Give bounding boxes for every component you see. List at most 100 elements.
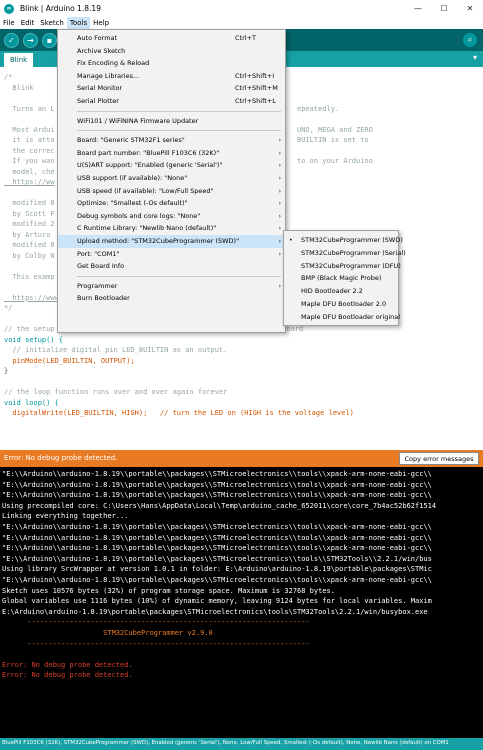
chevron-right-icon: ›	[278, 212, 281, 220]
new-button[interactable]: ▪	[42, 32, 57, 48]
console-line: "E:\\Arduino\\arduino-1.8.19\\portable\\…	[2, 480, 432, 489]
menu-item-label: Fix Encoding & Reload	[77, 59, 150, 68]
code-line: https://ww	[4, 178, 55, 186]
chevron-right-icon: ›	[278, 200, 281, 208]
tab-menu-chevron-down-icon[interactable]: ▾	[473, 53, 477, 62]
tools-menu-item-serial-monitor[interactable]: Serial Monitor Ctrl+Shift+M	[58, 82, 285, 95]
menu-item-label: Board part number: "BluePill F103C6 (32K…	[77, 148, 220, 157]
menu-separator	[77, 275, 281, 277]
tools-menu-item-board-generic-stm32f1-series[interactable]: Board: "Generic STM32F1 series" ›	[58, 134, 285, 147]
upload-method-stm32cubeprogrammer-swd[interactable]: • STM32CubeProgrammer (SWD)	[284, 234, 403, 247]
menu-item-label: Board: "Generic STM32F1 series"	[77, 136, 185, 145]
tools-menu-item-board-part-number-bluepill-f10[interactable]: Board part number: "BluePill F103C6 (32K…	[58, 147, 285, 160]
menu-edit[interactable]: Edit	[18, 17, 38, 29]
menu-tools[interactable]: Tools	[66, 17, 91, 29]
copy-error-messages-button[interactable]: Copy error messages	[399, 452, 479, 465]
code-line: by Colby N	[4, 251, 55, 260]
console-line: "E:\\Arduino\\arduino-1.8.19\\portable\\…	[2, 470, 432, 478]
submenu-item-label: BMP (Black Magic Probe)	[301, 274, 382, 283]
menu-item-label: Debug symbols and core logs: "None"	[77, 211, 201, 220]
tools-menu-item-usb-speed-if-available-low-ful[interactable]: USB speed (if available): "Low/Full Spee…	[58, 185, 285, 198]
submenu-item-label: STM32CubeProgrammer (Serial)	[301, 248, 406, 257]
code-line: void setup() {	[4, 335, 64, 344]
code-line: }	[4, 367, 9, 375]
tools-menu-item-usb-support-if-available-none[interactable]: USB support (if available): "None" ›	[58, 172, 285, 185]
code-line: // initialize digital pin LED_BUILTIN as…	[4, 346, 228, 354]
menu-item-shortcut: Ctrl+Shift+M	[235, 84, 278, 93]
chevron-right-icon: ›	[278, 162, 281, 170]
upload-method-maple-dfu-bootloader-original[interactable]: Maple DFU Bootloader original	[284, 311, 400, 324]
board-status-text: BluePill F103C6 (32K), STM32CubeProgramm…	[2, 740, 449, 746]
status-bar: BluePill F103C6 (32K), STM32CubeProgramm…	[0, 738, 483, 750]
menu-help[interactable]: Help	[90, 17, 112, 29]
close-button[interactable]: ✕	[457, 0, 483, 17]
chevron-right-icon: ›	[278, 282, 281, 290]
tools-menu-item-manage-libraries[interactable]: Manage Libraries... Ctrl+Shift+I	[58, 70, 285, 83]
console-line: STM32CubeProgrammer v2.9.0	[2, 629, 213, 637]
console-line: Using precompiled core: C:\Users\Hans\Ap…	[2, 501, 437, 510]
tools-menu-item-port-com1[interactable]: Port: "COM1" ›	[58, 248, 285, 261]
verify-button[interactable]: ✓	[4, 32, 19, 48]
upload-method-bmp-black-magic-probe[interactable]: BMP (Black Magic Probe)	[284, 272, 398, 285]
tools-menu-item-wifi101-wifinina-firmware-upda[interactable]: WiFi101 / WiFiNINA Firmware Updater	[58, 115, 285, 128]
menu-sketch[interactable]: Sketch	[37, 17, 67, 29]
console-line: Using library SrcWrapper at version 1.0.…	[2, 565, 432, 574]
upload-method-stm32cubeprogrammer-serial[interactable]: STM32CubeProgrammer (Serial)	[284, 247, 406, 260]
tab-blink[interactable]: Blink	[4, 53, 34, 67]
tools-menu-item-archive-sketch[interactable]: Archive Sketch	[58, 45, 285, 58]
title-bar: ∞ Blink | Arduino 1.8.19 — ☐ ✕	[0, 0, 483, 17]
code-line: modified 8	[4, 241, 55, 249]
tools-menu-item-fix-encoding-reload[interactable]: Fix Encoding & Reload	[58, 57, 285, 70]
tools-menu-item-optimize-smallest-os-default[interactable]: Optimize: "Smallest (-Os default)" ›	[58, 197, 285, 210]
window-controls: — ☐ ✕	[405, 0, 483, 17]
tools-menu-item-burn-bootloader[interactable]: Burn Bootloader	[58, 292, 285, 305]
console-line: Error: No debug probe detected.	[2, 660, 133, 669]
tools-menu-item-u-s-art-support-enabled-generi[interactable]: U(S)ART support: "Enabled (generic 'Seri…	[58, 159, 285, 172]
upload-method-hid-bootloader-2-2[interactable]: HID Bootloader 2.2	[284, 285, 398, 298]
code-line: // the loop function runs over and over …	[4, 388, 228, 396]
menu-item-label: Manage Libraries...	[77, 71, 140, 80]
chevron-right-icon: ›	[278, 250, 281, 258]
tools-menu-item-debug-symbols-and-core-logs-no[interactable]: Debug symbols and core logs: "None" ›	[58, 210, 285, 223]
menu-item-shortcut: Ctrl+Shift+L	[235, 97, 276, 105]
code-line: model, che	[4, 167, 55, 176]
minimize-button[interactable]: —	[405, 0, 431, 17]
chevron-right-icon: ›	[278, 225, 281, 233]
tools-menu-item-programmer[interactable]: Programmer ›	[58, 280, 285, 293]
tools-menu-item-serial-plotter[interactable]: Serial Plotter Ctrl+Shift+L	[58, 95, 285, 108]
tools-menu-item-auto-format[interactable]: Auto Format Ctrl+T	[58, 32, 285, 45]
selected-bullet-icon: •	[289, 237, 293, 244]
menu-item-label: Archive Sketch	[77, 46, 126, 55]
console-line: Linking everything together...	[2, 512, 129, 521]
menu-item-label: Serial Monitor	[77, 84, 123, 93]
maximize-button[interactable]: ☐	[431, 0, 457, 17]
console-line: "E:\\Arduino\\arduino-1.8.19\\portable\\…	[2, 554, 432, 563]
code-line: by Arturo	[4, 230, 51, 239]
console-line: "E:\\Arduino\\arduino-1.8.19\\portable\\…	[2, 491, 432, 500]
chevron-right-icon: ›	[278, 187, 281, 195]
upload-method-submenu: • STM32CubeProgrammer (SWD) STM32CubeProgr…	[283, 230, 406, 326]
console-line: Error: No debug probe detected.	[2, 671, 133, 680]
menu-file[interactable]: File	[0, 17, 18, 29]
menu-item-label: WiFi101 / WiFiNINA Firmware Updater	[77, 116, 199, 125]
code-line: /*	[4, 73, 13, 81]
arduino-logo-icon: ∞	[4, 3, 14, 14]
serial-monitor-button[interactable]: ⌕	[463, 33, 477, 47]
code-line: This examp	[4, 272, 55, 281]
upload-method-stm32cubeprogrammer-dfu[interactable]: STM32CubeProgrammer (DFU)	[284, 260, 401, 273]
tools-menu: Auto Format Ctrl+T Archive Sketch Fix Encod…	[57, 29, 286, 333]
tools-menu-item-upload-method-stm32cubeprogram[interactable]: Upload method: "STM32CubeProgrammer (SWD…	[58, 235, 285, 248]
code-line: Blink	[4, 83, 34, 92]
menu-item-label: Port: "COM1"	[77, 249, 120, 258]
console-output[interactable]: "E:\\Arduino\\arduino-1.8.19\\portable\\…	[0, 467, 483, 738]
upload-method-maple-dfu-bootloader-2-0[interactable]: Maple DFU Bootloader 2.0	[284, 298, 398, 311]
console-line: "E:\\Arduino\\arduino-1.8.19\\portable\\…	[2, 544, 432, 553]
upload-button[interactable]: →	[23, 32, 38, 48]
console-line: E:\Arduino\arduino-1.8.19\portable\packa…	[2, 607, 428, 616]
tools-menu-item-c-runtime-library-newlib-nano-[interactable]: C Runtime Library: "Newlib Nano (default…	[58, 222, 285, 235]
tools-menu-item-get-board-info[interactable]: Get Board Info	[58, 260, 285, 273]
code-line: digitalWrite(LED_BUILTIN, HIGH); // turn…	[4, 409, 354, 417]
menu-item-label: USB speed (if available): "Low/Full Spee…	[77, 186, 214, 195]
submenu-item-label: HID Bootloader 2.2	[301, 287, 363, 296]
code-line: Turns an Lepeatedly.	[4, 104, 340, 113]
